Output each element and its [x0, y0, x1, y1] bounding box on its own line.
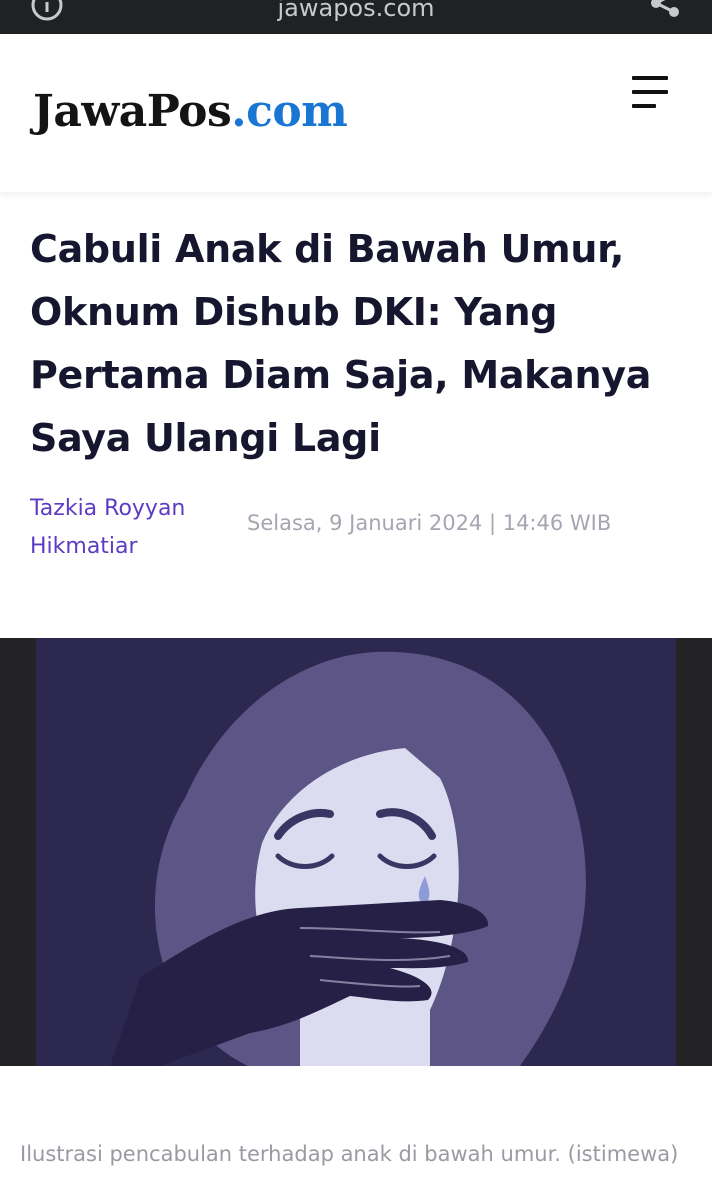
article-image [0, 638, 712, 1066]
site-logo[interactable]: JawaPos.com [33, 86, 348, 137]
site-header: JawaPos.com [0, 34, 712, 192]
share-icon[interactable] [648, 0, 682, 20]
hamburger-menu-icon[interactable] [630, 76, 668, 112]
article-title: Cabuli Anak di Bawah Umur, Oknum Dishub … [30, 227, 652, 460]
illustration-crying-girl [0, 638, 712, 1066]
author-link[interactable]: Tazkia Royyan Hikmatiar [30, 490, 230, 566]
logo-brand: JawaPos [33, 86, 232, 137]
url-text[interactable]: jawapos.com [0, 0, 712, 22]
browser-url-bar: jawapos.com [0, 0, 712, 34]
publish-date: Selasa, 9 Januari 2024 | 14:46 WIB [247, 511, 612, 535]
image-caption: Ilustrasi pencabulan terhadap anak di ba… [20, 1142, 679, 1166]
logo-tld: .com [231, 86, 348, 137]
